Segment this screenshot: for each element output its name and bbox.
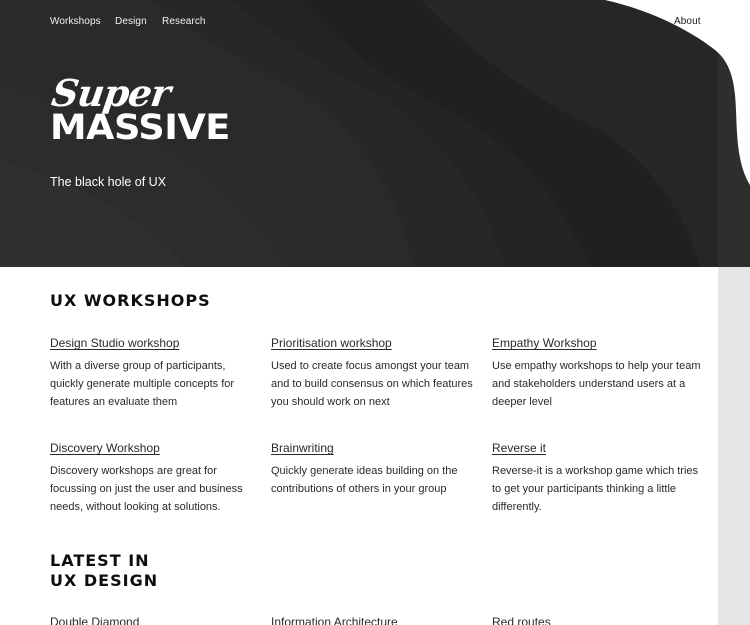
workshop-card: Discovery Workshop Discovery workshops a…	[50, 439, 260, 516]
article-card: Information Architecture	[271, 613, 481, 625]
workshop-card: Reverse it Reverse-it is a workshop game…	[492, 439, 702, 516]
nav-link-research[interactable]: Research	[162, 16, 206, 27]
workshop-description: Quickly generate ideas building on the c…	[271, 465, 458, 495]
workshop-description: Reverse-it is a workshop game which trie…	[492, 465, 699, 513]
workshop-card: Design Studio workshop With a diverse gr…	[50, 334, 260, 411]
workshops-heading: UX WORKSHOPS	[50, 291, 211, 310]
site-tagline: The black hole of UX	[50, 175, 167, 189]
article-link[interactable]: Double Diamond	[50, 615, 139, 625]
article-card: Double Diamond	[50, 613, 260, 625]
latest-heading-line2: UX DESIGN	[50, 571, 159, 590]
workshop-link[interactable]: Design Studio workshop	[50, 336, 179, 350]
workshop-description: Use empathy workshops to help your team …	[492, 360, 701, 408]
hero-banner: Workshops Design Research About Super MA…	[0, 0, 750, 267]
nav-link-workshops[interactable]: Workshops	[50, 16, 101, 27]
workshop-card: Prioritisation workshop Used to create f…	[271, 334, 481, 411]
workshop-link[interactable]: Empathy Workshop	[492, 336, 597, 350]
site-logo[interactable]: Super MASSIVE	[48, 71, 265, 150]
workshop-link[interactable]: Brainwriting	[271, 441, 334, 455]
nav-link-about[interactable]: About	[674, 16, 701, 27]
workshop-card: Brainwriting Quickly generate ideas buil…	[271, 439, 481, 498]
latest-heading-line1: LATEST IN	[50, 551, 150, 570]
workshop-link[interactable]: Reverse it	[492, 441, 546, 455]
article-link[interactable]: Red routes	[492, 615, 551, 625]
latest-heading: LATEST IN UX DESIGN	[50, 551, 158, 591]
workshop-card: Empathy Workshop Use empathy workshops t…	[492, 334, 702, 411]
nav-link-design[interactable]: Design	[115, 16, 147, 27]
article-card: Red routes	[492, 613, 702, 625]
top-navigation: Workshops Design Research About	[0, 0, 750, 44]
workshop-description: With a diverse group of participants, qu…	[50, 360, 235, 408]
workshop-link[interactable]: Discovery Workshop	[50, 441, 160, 455]
logo-script-text: Super	[48, 71, 173, 115]
article-link[interactable]: Information Architecture	[271, 615, 398, 625]
workshop-description: Discovery workshops are great for focuss…	[50, 465, 243, 513]
workshop-link[interactable]: Prioritisation workshop	[271, 336, 392, 350]
logo-bold-text: MASSIVE	[50, 108, 230, 148]
main-content: UX WORKSHOPS Design Studio workshop With…	[0, 267, 718, 625]
workshop-description: Used to create focus amongst your team a…	[271, 360, 473, 408]
